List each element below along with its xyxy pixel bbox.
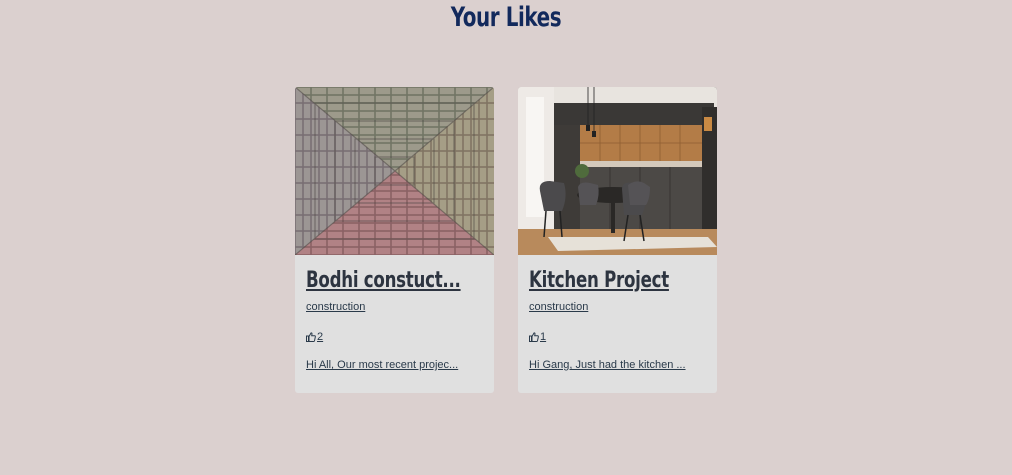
likes-count[interactable]: 2 [317, 331, 323, 343]
thumbs-up-icon [306, 332, 316, 342]
kitchen-interior-photo[interactable] [518, 87, 717, 255]
card-category-link[interactable]: construction [306, 301, 365, 313]
thumbs-up-icon [529, 332, 539, 342]
card-excerpt-link[interactable]: Hi All, Our most recent projec... [306, 359, 483, 371]
page: Your Likes Bodhi constuct... constructio… [0, 0, 1012, 475]
card-title-link[interactable]: Kitchen Project [529, 267, 705, 295]
page-title: Your Likes [450, 2, 562, 33]
likes-counter[interactable]: 2 [306, 331, 483, 343]
card-excerpt-link[interactable]: Hi Gang, Just had the kitchen ... [529, 359, 706, 371]
likes-count[interactable]: 1 [540, 331, 546, 343]
like-card[interactable]: Bodhi constuct... construction 2 Hi All,… [295, 87, 494, 393]
card-title-link[interactable]: Bodhi constuct... [306, 267, 482, 295]
card-category-link[interactable]: construction [529, 301, 588, 313]
like-card[interactable]: Kitchen Project construction 1 Hi Gang, … [518, 87, 717, 393]
likes-card-list: Bodhi constuct... construction 2 Hi All,… [295, 87, 717, 393]
likes-counter[interactable]: 1 [529, 331, 706, 343]
brick-paving-photo[interactable] [295, 87, 494, 255]
